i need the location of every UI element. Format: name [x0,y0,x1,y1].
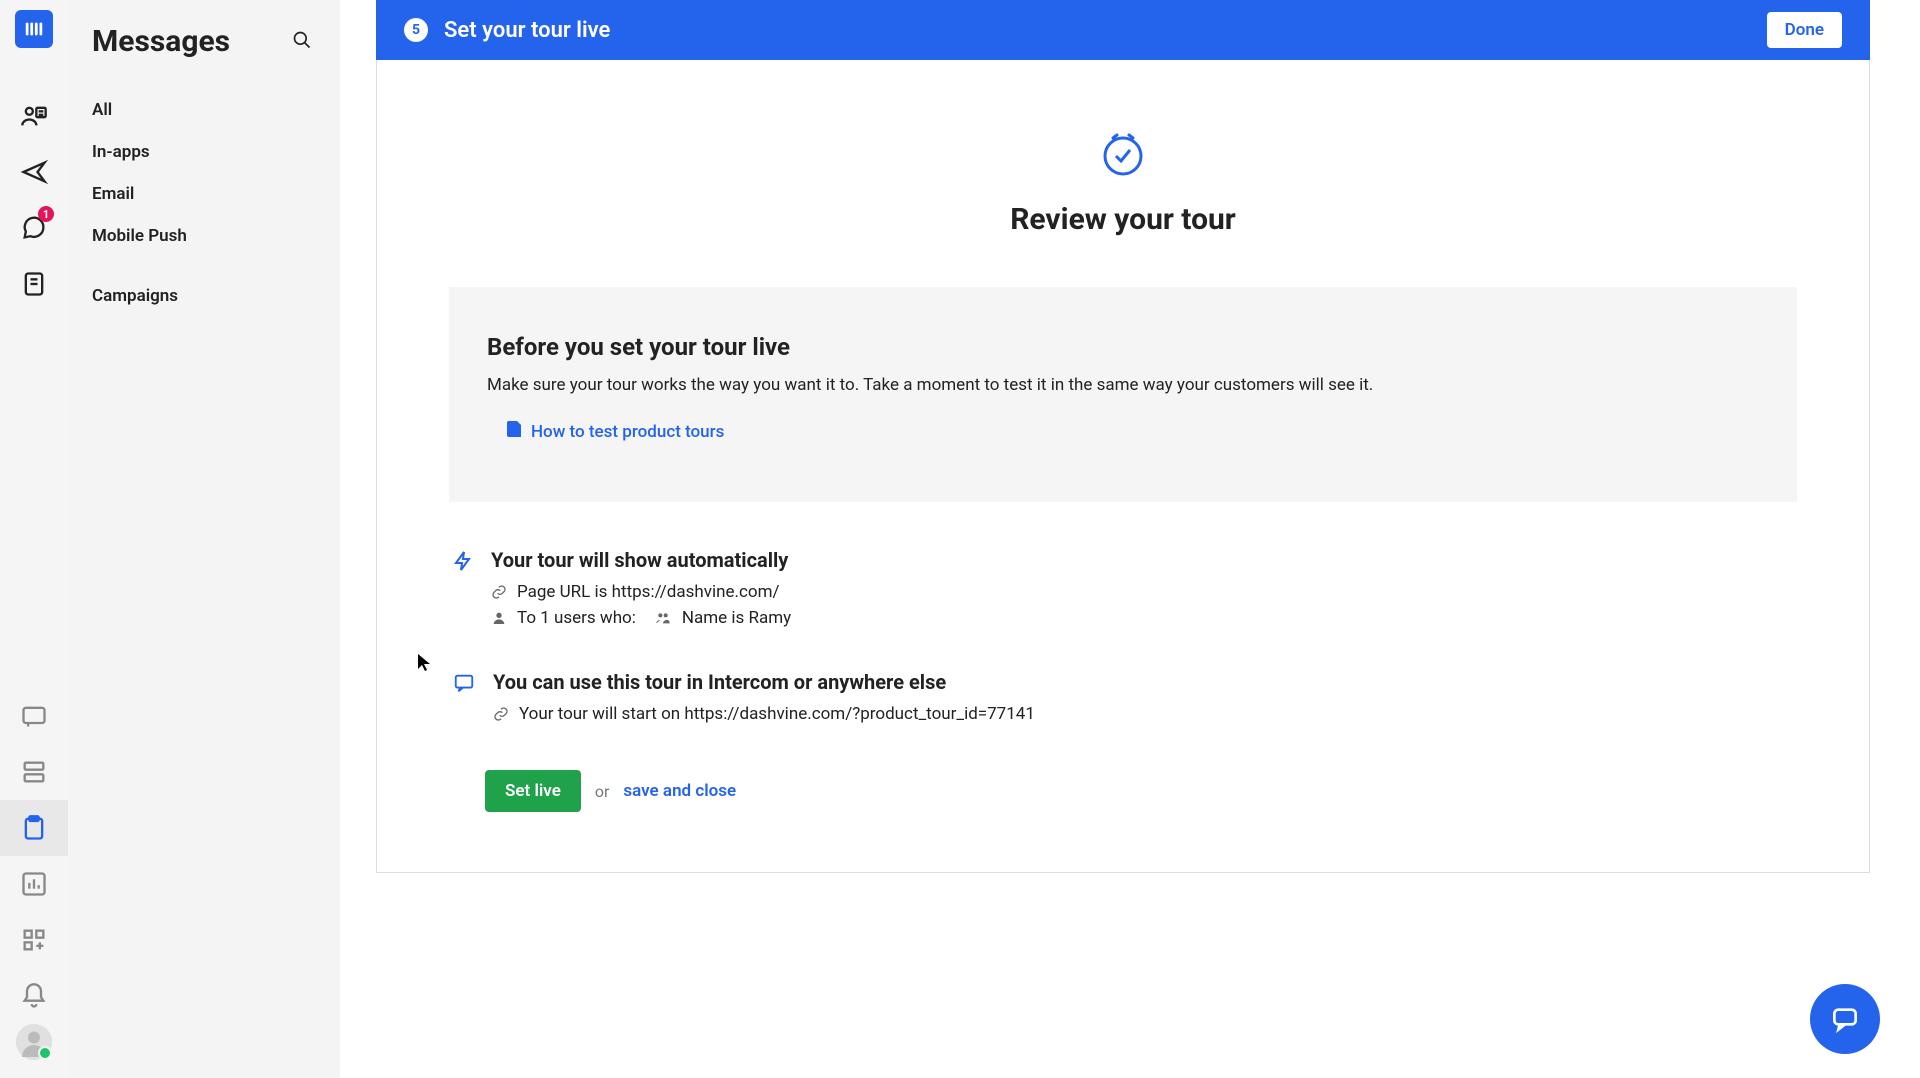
page-url-text: Page URL is https://dashvine.com/ [517,582,780,602]
sidebar-item-email[interactable]: Email [92,173,340,215]
user-avatar[interactable] [16,1024,52,1060]
name-rule-text: Name is Ramy [682,608,791,628]
nav-bell-icon[interactable] [0,968,68,1024]
save-close-link[interactable]: save and close [623,781,736,801]
nav-chat-icon[interactable]: 1 [0,200,68,256]
app-logo[interactable] [15,10,53,48]
content-box: Review your tour Before you set your tou… [376,60,1870,873]
icon-rail: 1 [0,0,68,1078]
lightning-icon [453,550,473,634]
nav-apps-icon[interactable] [0,912,68,968]
to-users-text: To 1 users who: [517,608,636,628]
chat-badge: 1 [38,206,54,222]
link-icon [491,584,507,600]
step-number: 5 [404,18,428,42]
nav-message-outline-icon[interactable] [0,688,68,744]
users-icon [654,610,672,626]
test-tours-link[interactable]: How to test product tours [507,421,724,442]
banner-title: Set your tour live [444,18,610,43]
sidebar-header: Messages [92,24,340,59]
info-card-title: Before you set your tour live [487,333,1759,361]
set-live-button[interactable]: Set live [485,770,581,812]
main-content: 5 Set your tour live Done Review your to… [340,0,1920,1078]
review-title: Review your tour [449,202,1797,237]
book-icon [507,421,521,442]
action-row: Set live or save and close [449,770,1797,812]
auto-show-block: Your tour will show automatically Page U… [449,548,1797,634]
nav-clipboard-icon[interactable] [0,800,68,856]
done-button[interactable]: Done [1767,12,1842,48]
test-tours-link-label: How to test product tours [531,422,724,442]
info-card: Before you set your tour live Make sure … [449,287,1797,502]
chat-fab[interactable] [1810,984,1880,1054]
link-icon [493,706,509,722]
review-hero: Review your tour [449,130,1797,237]
info-card-text: Make sure your tour works the way you wa… [487,375,1759,395]
start-url-line: Your tour will start on https://dashvine… [493,704,1797,724]
use-tour-block: You can use this tour in Intercom or any… [449,670,1797,730]
nav-users-icon[interactable] [0,88,68,144]
auto-show-title: Your tour will show automatically [491,548,1797,572]
auto-show-content: Your tour will show automatically Page U… [491,548,1797,634]
use-tour-title: You can use this tour in Intercom or any… [493,670,1797,694]
chat-outline-icon [453,672,475,730]
search-icon[interactable] [292,30,312,54]
nav-chart-icon[interactable] [0,856,68,912]
banner-left: 5 Set your tour live [404,18,610,43]
page-url-line: Page URL is https://dashvine.com/ [491,582,1797,602]
nav-stack-icon[interactable] [0,744,68,800]
sidebar: Messages All In-apps Email Mobile Push C… [68,0,340,1078]
sidebar-item-campaigns[interactable]: Campaigns [92,275,340,317]
nav-send-icon[interactable] [0,144,68,200]
use-tour-content: You can use this tour in Intercom or any… [493,670,1797,730]
or-text: or [595,782,610,801]
start-url-text: Your tour will start on https://dashvine… [519,704,1035,724]
sidebar-item-mobilepush[interactable]: Mobile Push [92,215,340,257]
nav-doc-icon[interactable] [0,256,68,312]
step-banner: 5 Set your tour live Done [376,0,1870,60]
clock-check-icon [1099,130,1147,178]
users-line: To 1 users who: Name is Ramy [491,608,1797,628]
user-icon [491,610,507,626]
sidebar-item-inapps[interactable]: In-apps [92,131,340,173]
sidebar-title: Messages [92,24,230,59]
sidebar-item-all[interactable]: All [92,89,340,131]
